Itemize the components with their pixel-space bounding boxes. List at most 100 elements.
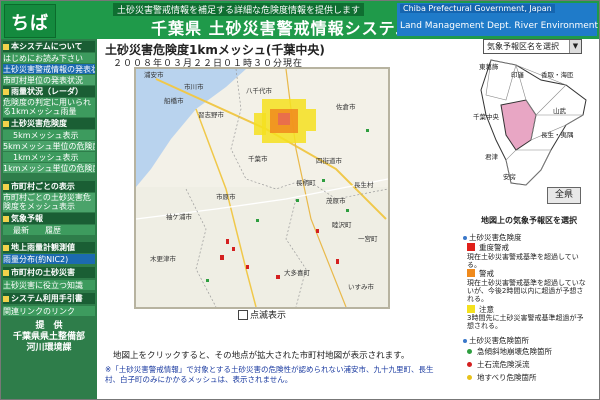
sidebar-item-rain-distribution[interactable]: 雨量分布(約NIC2) xyxy=(3,254,95,264)
place-label: 千葉市 xyxy=(248,154,268,163)
sidebar-item-mesh-rainfall[interactable]: 危険度の判定に用いられる1kmメッシュ雨量 xyxy=(3,98,95,117)
debris-flow-marker xyxy=(316,229,319,233)
blink-checkbox[interactable] xyxy=(238,310,248,320)
site-header: ちば 土砂災害警戒情報を補足する詳細な危険度情報を提供します 千葉県 土砂災害警… xyxy=(1,1,599,39)
slope-marker xyxy=(366,129,369,132)
debris-flow-marker xyxy=(336,259,339,264)
map-instruction: 地図上をクリックすると、その地点が拡大された市町村地図が表示されます。 xyxy=(113,351,410,361)
sidebar-item-5km-mesh[interactable]: 5kmメッシュ表示 xyxy=(3,130,95,140)
sidebar-item-label: 市町村の土砂災害 xyxy=(11,268,75,277)
map-canvas[interactable]: 浦安市 市川市 船橋市 習志野市 八千代市 千葉市 四街道市 佐倉市 市原市 袖… xyxy=(135,68,389,308)
sidebar-item-danger-level[interactable]: 土砂災害危険度 xyxy=(3,118,95,129)
region-label: 安房 xyxy=(503,172,516,181)
place-label: 長柄町 xyxy=(296,178,316,187)
debris-flow-marker xyxy=(246,265,249,269)
place-label: 船橋市 xyxy=(164,96,184,105)
place-label: 八千代市 xyxy=(246,86,273,95)
sidebar-item-label: 土砂災害警戒情報の発表状況 xyxy=(3,65,95,74)
sidebar-item-manual[interactable]: システム利用手引書 xyxy=(3,293,95,304)
region-label: 香取・海匝 xyxy=(541,70,574,79)
warning-label: 警戒 xyxy=(479,269,494,278)
sidebar-item-1km-mesh[interactable]: 1kmメッシュ表示 xyxy=(3,152,95,162)
sidebar-item-about[interactable]: 本システムについて xyxy=(3,41,95,52)
sidebar-item-label: 土砂災害危険度 xyxy=(11,119,67,128)
sidebar-item-label: 危険度の判定に用いられる1kmメッシュ雨量 xyxy=(3,98,91,116)
debris-flow-marker xyxy=(276,275,280,279)
warning-swatch xyxy=(467,269,475,277)
place-label: 四街道市 xyxy=(316,156,343,165)
sidebar-item-label: 雨量分布(約NIC2) xyxy=(3,255,69,264)
sidebar-item-knowledge[interactable]: 土砂災害に役立つ知識 xyxy=(3,280,95,290)
sidebar-item-label: 1kmメッシュ単位の危険度を表示 xyxy=(3,164,95,173)
sidebar-item-label: 気象予報 xyxy=(11,214,43,223)
slope-marker xyxy=(256,219,259,222)
place-label: 市川市 xyxy=(184,82,204,91)
chevron-down-icon[interactable]: ▼ xyxy=(569,40,581,53)
legend-bullet-icon xyxy=(463,236,467,240)
sidebar-item-read-first[interactable]: はじめにお読み下さい xyxy=(3,53,95,63)
department-name: Land Management Dept. River Environment … xyxy=(400,21,600,31)
region-label: 山武 xyxy=(553,106,567,115)
sidebar-item-5km-mesh-desc[interactable]: 5kmメッシュ単位の危険度を表示 xyxy=(3,141,95,151)
sidebar-nav: 本システムについて はじめにお読み下さい 土砂災害警戒情報の発表状況 市町村単位… xyxy=(1,39,97,399)
sidebar-item-1km-mesh-desc[interactable]: 1kmメッシュ単位の危険度を表示 xyxy=(3,163,95,173)
place-label: 茂原市 xyxy=(326,196,346,205)
region-label: 印旛 xyxy=(511,70,525,79)
sidebar-item-rain-gauge[interactable]: 地上雨量計観測値 xyxy=(3,242,95,253)
sidebar-item-municipal-status[interactable]: 市町村単位の発表状況 xyxy=(3,75,95,85)
sidebar-item-warning-status[interactable]: 土砂災害警戒情報の発表状況 xyxy=(3,64,95,74)
place-label: 浦安市 xyxy=(144,70,164,79)
slope-marker xyxy=(322,179,325,182)
legend-bullet-icon xyxy=(463,339,467,343)
sidebar-item-forecast-latest-history[interactable]: 最新 履歴 xyxy=(3,225,95,235)
mesh-cell-severe xyxy=(278,113,290,125)
place-label: いすみ市 xyxy=(348,282,375,291)
sidebar-item-municipal-disaster[interactable]: 市町村の土砂災害 xyxy=(3,267,95,278)
sidebar-item-forecast[interactable]: 気象予報 xyxy=(3,213,95,224)
prefecture-mini-map[interactable]: 東葛飾 印旛 香取・海匝 千葉中央 山武 長生・夷隅 君津 安房 xyxy=(471,55,591,190)
place-label: 木更津市 xyxy=(150,254,177,263)
sidebar-item-label: 本システムについて xyxy=(11,42,83,51)
legend-title-text: 土砂災害危険箇所 xyxy=(469,336,529,345)
warning-desc: 現在土砂災害警戒基準を超過していないが、今後2時間以内に超過が予想される。 xyxy=(467,279,586,303)
sidebar-item-label: 市町村ごとの表示 xyxy=(11,182,75,191)
place-label: 袖ケ浦市 xyxy=(166,212,193,221)
forecast-region-select-value: 気象予報区名を選択 xyxy=(487,42,559,51)
sidebar-item-radar[interactable]: 雨量状況（レーダ） xyxy=(3,86,95,97)
mesh-footnote: ※「土砂災害警戒情報」で対象とする土砂災害の危険性が認められない浦安市、九十九里… xyxy=(105,365,434,384)
place-label: 習志野市 xyxy=(198,110,225,119)
slope-marker xyxy=(206,279,209,282)
sidebar-item-label: 地上雨量計観測値 xyxy=(11,243,75,252)
severe-warning-swatch xyxy=(467,243,475,251)
mesh-cell-caution xyxy=(306,109,316,131)
mesh-map[interactable]: 浦安市 市川市 船橋市 習志野市 八千代市 千葉市 四街道市 佐倉市 市原市 袖… xyxy=(134,67,390,309)
region-label: 東葛飾 xyxy=(479,62,499,71)
sidebar-item-label: 市町村単位の発表状況 xyxy=(3,76,83,85)
slope-marker xyxy=(296,199,299,202)
forecast-region-select[interactable]: 気象予報区名を選択 ▼ xyxy=(483,39,582,54)
slope-marker xyxy=(346,209,349,212)
region-label: 千葉中央 xyxy=(473,112,500,121)
sidebar-item-label: システム利用手引書 xyxy=(11,294,83,303)
blink-checkbox-label: 点滅表示 xyxy=(250,311,287,321)
sidebar-item-municipal-view[interactable]: 市町村ごとの表示 xyxy=(3,181,95,192)
severe-warning-label: 重度警戒 xyxy=(479,243,509,252)
all-prefecture-button[interactable]: 全県 xyxy=(547,187,581,204)
sidebar-item-label: はじめにお読み下さい xyxy=(3,54,83,63)
bullet-icon xyxy=(3,244,9,251)
sidebar-item-municipal-mesh[interactable]: 市町村ごとの土砂災害危険度をメッシュ表示 xyxy=(3,193,95,212)
provider-division: 河川環境課 xyxy=(26,343,72,353)
debris-flow-marker xyxy=(220,255,224,260)
caution-desc: 3時間先に土砂災害警戒基準超過が予想される。 xyxy=(467,314,584,330)
place-label: 大多喜町 xyxy=(284,268,311,277)
place-label: 一宮町 xyxy=(358,234,378,243)
sidebar-item-label: 5kmメッシュ表示 xyxy=(13,131,79,140)
sidebar-item-label: 1kmメッシュ表示 xyxy=(13,153,79,162)
bullet-icon xyxy=(3,43,9,50)
provider-credit: 提 供 千葉県県土整備部 河川環境課 xyxy=(7,321,91,354)
debris-flow-marker xyxy=(226,239,229,244)
mesh-cell-caution xyxy=(254,113,266,135)
place-label: 長生村 xyxy=(354,180,374,189)
chiba-logo[interactable]: ちば xyxy=(4,4,56,38)
sidebar-item-links[interactable]: 関連リンクのリンク xyxy=(3,306,95,316)
